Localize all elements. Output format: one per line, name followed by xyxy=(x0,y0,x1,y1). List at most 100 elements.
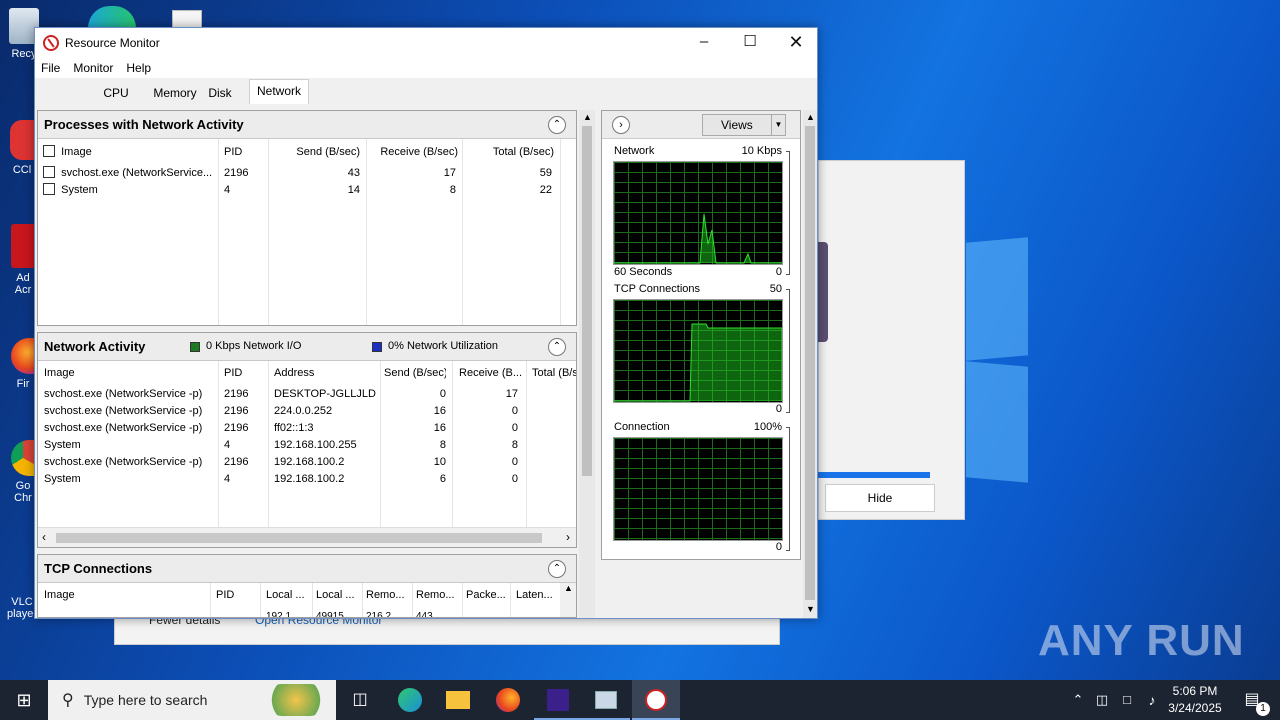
table-row[interactable]: svchost.exe (NetworkService -p) 2196 224.0… xyxy=(38,403,576,420)
row-pid: 4 xyxy=(224,473,231,485)
desktop-icon-ccleaner[interactable]: CCl xyxy=(8,120,36,176)
col-receive[interactable]: Receive (B... xyxy=(456,365,522,382)
scroll-right-icon[interactable]: › xyxy=(566,530,570,544)
left-pane-scrollbar[interactable]: ▲ xyxy=(579,110,595,618)
tcp-graph-max: 50 xyxy=(769,283,782,295)
edge-desktop-icon[interactable] xyxy=(88,6,136,28)
col-send[interactable]: Send (B/sec) xyxy=(272,144,360,161)
close-icon[interactable]: ✕ xyxy=(773,28,819,58)
desktop-icon-chrome[interactable]: Go Chr xyxy=(10,440,36,504)
network-activity-title: Network Activity xyxy=(44,339,146,354)
row-pid: 2196 xyxy=(224,405,249,417)
col-receive[interactable]: Receive (B/sec) xyxy=(370,144,458,161)
collapse-icon[interactable]: ⌃ xyxy=(548,116,566,134)
tcp-connections-header[interactable]: TCP Connections ⌃ xyxy=(38,555,576,583)
tab-memory[interactable]: Memory xyxy=(149,82,201,104)
select-all-checkbox[interactable] xyxy=(43,145,55,157)
row-image: svchost.exe (NetworkService -p) xyxy=(44,456,203,468)
firefox-taskbar-icon[interactable] xyxy=(484,680,532,720)
col-image[interactable]: Image xyxy=(61,146,92,158)
media-app-icon[interactable] xyxy=(534,680,582,720)
scroll-up-icon[interactable]: ▲ xyxy=(564,583,573,593)
col-local-port[interactable]: Local ... xyxy=(316,587,360,604)
resource-monitor-taskbar-icon[interactable] xyxy=(632,680,680,720)
tcp-title: TCP Connections xyxy=(44,561,153,576)
col-remote-port[interactable]: Remo... xyxy=(416,587,460,604)
start-button[interactable]: ⊞ xyxy=(0,680,48,720)
maximize-icon[interactable]: ☐ xyxy=(727,28,773,58)
volume-icon[interactable]: ♪ xyxy=(1140,680,1164,720)
clock[interactable]: 5:06 PM 3/24/2025 xyxy=(1164,683,1226,717)
tab-network[interactable]: Network xyxy=(249,79,309,104)
col-send[interactable]: Send (B/sec) xyxy=(384,365,446,382)
hide-button[interactable]: Hide xyxy=(825,484,935,512)
tcp-vertical-scrollbar[interactable]: ▲ xyxy=(560,583,576,617)
desktop-icon-acrobat[interactable]: Ad Acr xyxy=(10,224,36,296)
tab-cpu[interactable]: CPU xyxy=(97,82,135,104)
scroll-up-icon[interactable]: ▲ xyxy=(583,112,592,122)
tab-disk[interactable]: Disk xyxy=(205,82,235,104)
col-remote-address[interactable]: Remo... xyxy=(366,587,410,604)
task-view-icon[interactable]: ◫ xyxy=(336,680,384,720)
show-hidden-icons[interactable]: ⌃ xyxy=(1066,680,1090,720)
task-manager-icon[interactable] xyxy=(582,680,630,720)
notifications-icon[interactable]: ▤ 1 xyxy=(1232,680,1272,720)
collapse-icon[interactable]: ⌃ xyxy=(548,338,566,356)
menu-help[interactable]: Help xyxy=(126,61,151,75)
processes-header[interactable]: Processes with Network Activity ⌃ xyxy=(38,111,576,139)
tab-content: Processes with Network Activity ⌃ Image … xyxy=(35,104,817,618)
row-address: 192.168.100.2 xyxy=(274,473,345,485)
network-tray-icon[interactable]: ◫ xyxy=(1090,680,1114,720)
col-pid[interactable]: PID xyxy=(224,144,264,161)
network-graph-min: 0 xyxy=(775,266,782,278)
edge-taskbar-icon[interactable] xyxy=(386,680,434,720)
col-pid[interactable]: PID xyxy=(216,587,256,604)
expand-arrow-icon[interactable]: › xyxy=(612,116,630,134)
row-address: ff02::1:3 xyxy=(274,422,314,434)
menu-file[interactable]: File xyxy=(41,61,60,75)
col-packet-loss[interactable]: Packe... xyxy=(466,587,508,604)
col-total[interactable]: Total (B/s xyxy=(532,365,576,382)
table-row[interactable]: System 4 192.168.100.255 8 8 xyxy=(38,437,576,454)
col-address[interactable]: Address xyxy=(274,365,374,382)
network-activity-header[interactable]: Network Activity 0 Kbps Network I/O 0% N… xyxy=(38,333,576,361)
table-row[interactable]: System 4 14 8 22 xyxy=(38,182,576,199)
scroll-thumb[interactable] xyxy=(56,533,542,543)
scroll-down-icon[interactable]: ▼ xyxy=(806,604,815,614)
processes-column-headers: Image PID Send (B/sec) Receive (B/sec) T… xyxy=(38,144,576,161)
network-util-swatch xyxy=(372,342,382,352)
desktop-icon-firefox[interactable]: Fir xyxy=(10,338,36,390)
row-pid: 2196 xyxy=(224,388,249,400)
table-row[interactable]: System 4 192.168.100.2 6 0 xyxy=(38,471,576,488)
table-row[interactable]: svchost.exe (NetworkService -p) 2196 192.1… xyxy=(38,454,576,471)
table-row[interactable]: svchost.exe (NetworkService -p) 2196 DESKT… xyxy=(38,386,576,403)
col-latency[interactable]: Laten... xyxy=(516,587,562,604)
row-checkbox[interactable] xyxy=(43,166,55,178)
col-image[interactable]: Image xyxy=(44,365,214,382)
col-image[interactable]: Image xyxy=(44,587,204,604)
col-total[interactable]: Total (B/sec) xyxy=(466,144,554,161)
scroll-thumb[interactable] xyxy=(805,126,815,600)
col-local-address[interactable]: Local ... xyxy=(266,587,310,604)
firefox-icon xyxy=(11,338,35,374)
table-row[interactable]: svchost.exe (NetworkService -p) 2196 ff02:… xyxy=(38,420,576,437)
menu-monitor[interactable]: Monitor xyxy=(73,61,113,75)
graph-scale-bracket xyxy=(786,427,790,551)
graphs-scrollbar[interactable]: ▲ ▼ xyxy=(803,110,817,618)
search-box[interactable]: ⚲ Type here to search xyxy=(48,680,336,720)
file-explorer-icon[interactable] xyxy=(434,680,482,720)
connection-graph-max: 100% xyxy=(753,421,782,433)
collapse-icon[interactable]: ⌃ xyxy=(548,560,566,578)
scroll-left-icon[interactable]: ‹ xyxy=(42,530,46,544)
row-checkbox[interactable] xyxy=(43,183,55,195)
wired-network-icon[interactable]: □ xyxy=(1114,680,1140,720)
scroll-up-icon[interactable]: ▲ xyxy=(806,112,815,122)
document-desktop-icon[interactable] xyxy=(172,10,202,28)
table-row[interactable]: 192.1 49915 216.2 443 xyxy=(38,608,576,617)
views-button[interactable]: Views ▼ xyxy=(702,114,786,136)
horizontal-scrollbar[interactable]: ‹ › xyxy=(38,527,576,547)
minimize-icon[interactable]: – xyxy=(681,28,727,58)
table-row[interactable]: svchost.exe (NetworkService... 2196 43 1… xyxy=(38,165,576,182)
scroll-thumb[interactable] xyxy=(582,126,592,476)
col-pid[interactable]: PID xyxy=(224,365,264,382)
